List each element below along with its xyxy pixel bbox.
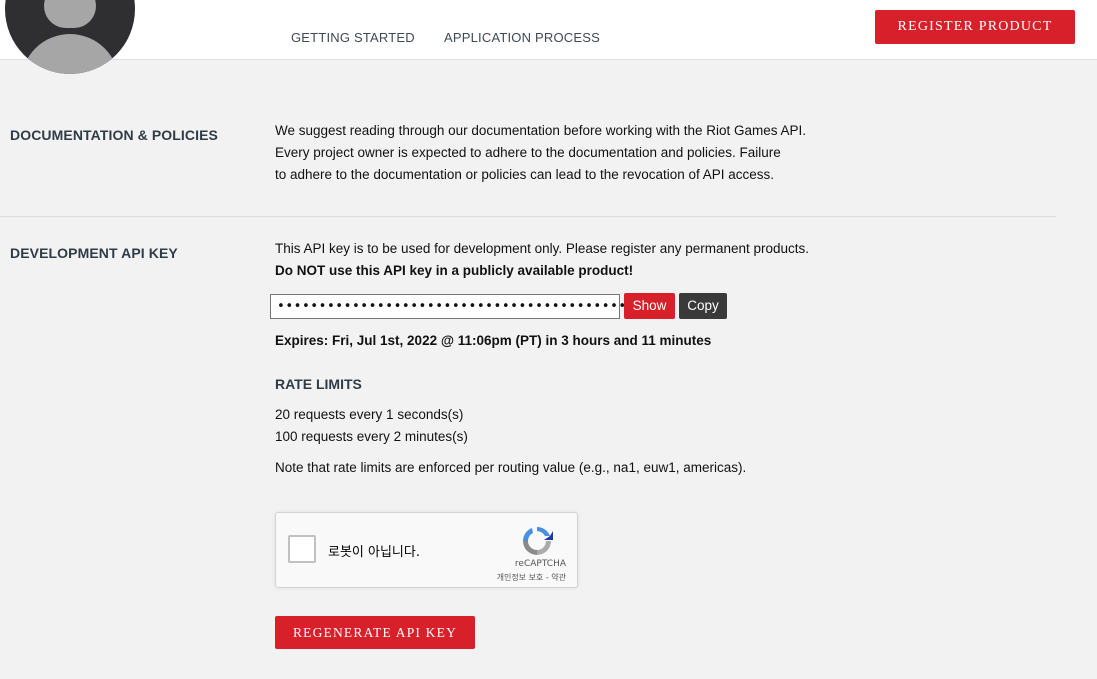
dev-key-warning: Do NOT use this API key in a publicly av… xyxy=(275,263,634,278)
key-expiration-text: Expires: Fri, Jul 1st, 2022 @ 11:06pm (P… xyxy=(275,333,712,348)
rate-limits-title: RATE LIMITS xyxy=(275,376,362,392)
dev-api-key-section-title: DEVELOPMENT API KEY xyxy=(10,245,178,261)
recaptcha-brand: reCAPTCHA xyxy=(514,559,566,569)
rate-limits-note: Note that rate limits are enforced per r… xyxy=(275,460,747,475)
documentation-text: We suggest reading through our documenta… xyxy=(275,120,835,186)
documentation-line: Every project owner is expected to adher… xyxy=(275,145,781,160)
dev-api-key-text: This API key is to be used for developme… xyxy=(275,238,875,282)
rate-limit-item: 20 requests every 1 seconds(s) xyxy=(275,407,464,422)
dev-key-notice: This API key is to be used for developme… xyxy=(275,241,810,256)
rate-limits-list: 20 requests every 1 seconds(s) 100 reque… xyxy=(275,404,468,448)
documentation-line: We suggest reading through our documenta… xyxy=(275,123,807,138)
nav-application-process[interactable]: APPLICATION PROCESS xyxy=(444,30,600,45)
user-avatar[interactable] xyxy=(5,0,135,74)
api-key-field[interactable]: ••••••••••••••••••••••••••••••••••••••••… xyxy=(270,294,635,319)
avatar-head-shape xyxy=(44,0,96,28)
top-navigation-bar: GETTING STARTED APPLICATION PROCESS REGI… xyxy=(0,0,1097,74)
recaptcha-icon xyxy=(523,527,553,555)
section-divider xyxy=(0,216,1056,217)
recaptcha-checkbox[interactable] xyxy=(288,535,316,563)
recaptcha-label: 로봇이 아닙니다. xyxy=(328,545,420,560)
rate-limit-item: 100 requests every 2 minutes(s) xyxy=(275,429,468,444)
documentation-section-title: DOCUMENTATION & POLICIES xyxy=(10,127,218,143)
nav-getting-started[interactable]: GETTING STARTED xyxy=(291,30,415,45)
regenerate-api-key-button[interactable]: REGENERATE API KEY xyxy=(275,616,475,649)
recaptcha-terms-link[interactable]: 개인정보 보호 - 약관 xyxy=(456,572,566,583)
documentation-line: to adhere to the documentation or polici… xyxy=(275,167,775,182)
register-product-button[interactable]: REGISTER PRODUCT xyxy=(875,10,1075,44)
copy-key-button[interactable]: Copy xyxy=(679,293,727,319)
avatar-shoulders-shape xyxy=(21,34,119,74)
recaptcha-widget: 로봇이 아닙니다. reCAPTCHA 개인정보 보호 - 약관 xyxy=(275,512,578,588)
show-key-button[interactable]: Show xyxy=(624,293,675,319)
